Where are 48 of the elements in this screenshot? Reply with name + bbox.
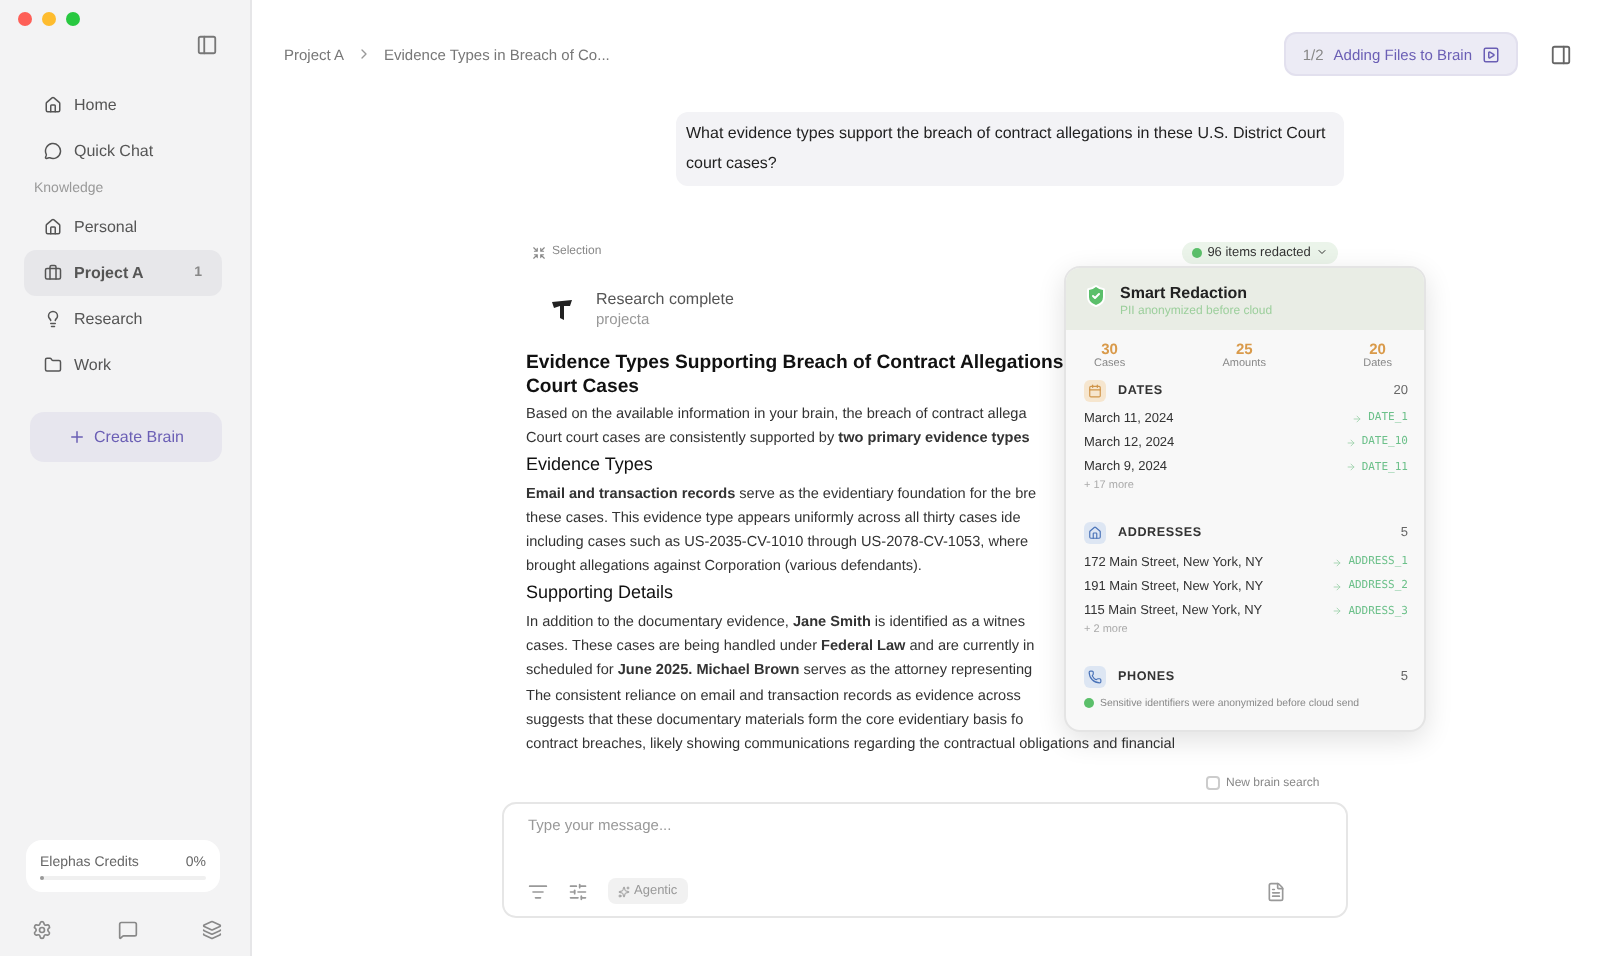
arrow-right-icon [1332, 581, 1343, 592]
filter-icon[interactable] [528, 881, 548, 901]
close-window-button[interactable] [18, 12, 32, 26]
sidebar-item[interactable]: Personal [24, 204, 222, 250]
home-icon [44, 96, 62, 114]
toggle-sidebar-icon[interactable] [196, 34, 218, 56]
house-icon [1084, 522, 1106, 545]
chevron-down-icon [1316, 246, 1329, 258]
document-icon[interactable] [1266, 881, 1286, 901]
help-icon[interactable] [117, 920, 137, 940]
toggle-panel-icon[interactable] [1550, 43, 1572, 65]
folder-icon [44, 356, 62, 374]
arrow-right-icon [1332, 557, 1343, 568]
briefcase-icon [44, 264, 62, 282]
chat-bubble-icon [44, 142, 62, 160]
settings-icon[interactable] [32, 920, 52, 940]
phone-icon [1084, 666, 1106, 689]
section-heading: Evidence Types [526, 452, 653, 479]
shrink-icon [532, 245, 546, 259]
new-brain-search-checkbox[interactable] [1206, 776, 1220, 790]
research-status: Research complete [596, 290, 734, 308]
plus-icon [68, 428, 87, 446]
create-brain-button[interactable]: Create Brain [30, 412, 222, 462]
arrow-right-icon [1345, 437, 1356, 448]
shield-check-icon [1084, 284, 1108, 308]
zoom-window-button[interactable] [66, 12, 80, 26]
status-dot [1084, 698, 1094, 709]
sidebar-item[interactable]: Home [24, 82, 222, 128]
arrow-right-icon [1352, 413, 1363, 424]
answer-title: Court Cases [526, 375, 640, 398]
sliders-icon[interactable] [568, 881, 588, 901]
answer-title: Evidence Types Supporting Breach of Contract Allegations [526, 352, 1064, 375]
minimize-window-button[interactable] [42, 12, 56, 26]
home-icon [44, 218, 62, 236]
sidebar-item[interactable]: Work [24, 342, 222, 388]
sparkles-icon [618, 885, 630, 897]
popover-title: Smart Redaction [1120, 284, 1250, 302]
stack-icon[interactable] [202, 920, 222, 940]
lightbulb-icon [44, 310, 62, 328]
play-icon [1482, 45, 1500, 63]
sidebar-item[interactable]: Research [24, 296, 222, 342]
arrow-right-icon [1332, 606, 1343, 617]
calendar-icon [1084, 379, 1106, 401]
section-heading: Supporting Details [526, 580, 674, 607]
sidebar-item[interactable]: Quick Chat [24, 128, 222, 174]
logo-icon [548, 295, 576, 323]
user-message: What evidence types support the breach of contract allegations in these U.S. District Court court cases? [676, 112, 1344, 186]
arrow-right-icon [1345, 462, 1356, 473]
